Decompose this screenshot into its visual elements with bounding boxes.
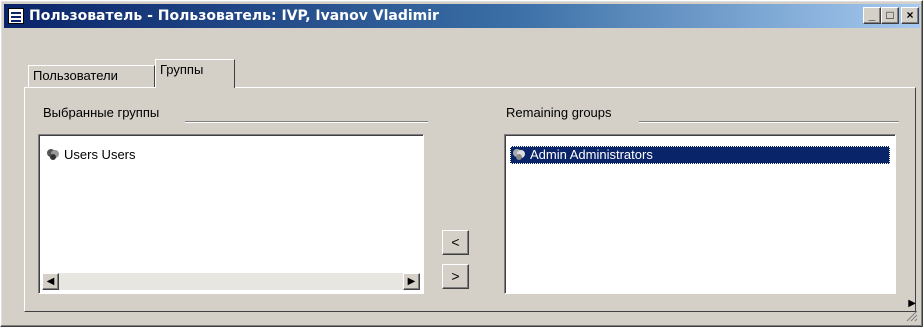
selected-groups-label: Выбранные группы bbox=[43, 105, 160, 120]
list-item[interactable]: Users Users bbox=[46, 146, 139, 164]
move-right-button[interactable]: > bbox=[442, 264, 469, 289]
horizontal-scrollbar[interactable]: ◀ ▶ bbox=[42, 273, 420, 290]
remaining-groups-divider bbox=[639, 121, 899, 123]
remaining-groups-list[interactable]: Admin Administrators bbox=[504, 134, 896, 294]
title-bar[interactable]: Пользователь - Пользователь: IVP, Ivanov… bbox=[4, 4, 920, 28]
tab-groups[interactable]: Группы bbox=[155, 59, 235, 88]
maximize-button[interactable]: □ bbox=[881, 7, 899, 24]
group-icon bbox=[512, 148, 526, 162]
scroll-right-icon[interactable]: ▶ bbox=[403, 273, 420, 290]
tab-users[interactable]: Пользователи bbox=[28, 65, 155, 87]
move-left-button[interactable]: < bbox=[442, 230, 469, 255]
group-icon bbox=[46, 148, 60, 162]
selected-groups-divider bbox=[185, 121, 428, 123]
selected-groups-list[interactable]: Users Users ◀ ▶ bbox=[38, 134, 424, 294]
window-icon[interactable] bbox=[8, 8, 24, 24]
user-window: Пользователь - Пользователь: IVP, Ivanov… bbox=[0, 0, 923, 327]
minimize-button[interactable]: _ bbox=[863, 7, 881, 24]
window-title: Пользователь - Пользователь: IVP, Ivanov… bbox=[29, 8, 439, 24]
close-button[interactable]: × bbox=[901, 7, 919, 24]
scroll-right-indicator-icon: ▶ bbox=[908, 298, 916, 309]
remaining-groups-label: Remaining groups bbox=[506, 105, 612, 120]
scroll-left-icon[interactable]: ◀ bbox=[42, 273, 59, 290]
list-item-selected[interactable]: Admin Administrators bbox=[510, 146, 890, 164]
resize-grip-icon[interactable] bbox=[906, 310, 918, 322]
